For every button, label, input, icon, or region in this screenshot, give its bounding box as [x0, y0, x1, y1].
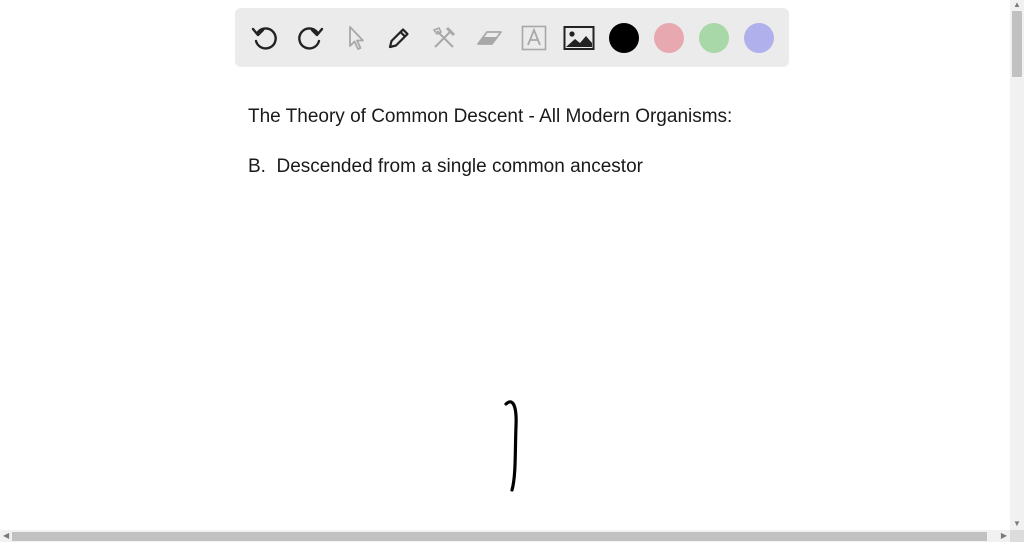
insert-image-button[interactable]	[562, 21, 596, 55]
color-swatch-purple[interactable]	[744, 23, 774, 53]
vertical-scroll-thumb[interactable]	[1012, 11, 1022, 77]
redo-icon	[298, 27, 324, 50]
scrollbar-corner	[1010, 530, 1024, 542]
scroll-right-arrow[interactable]: ▶	[1001, 532, 1007, 540]
eraser-tool-button[interactable]	[472, 21, 506, 55]
redo-button[interactable]	[293, 21, 327, 55]
canvas-heading: The Theory of Common Descent - All Moder…	[248, 106, 733, 127]
text-tool-button[interactable]	[517, 21, 551, 55]
undo-button[interactable]	[248, 21, 282, 55]
ink-stroke	[504, 400, 518, 492]
scroll-left-arrow[interactable]: ◀	[3, 532, 9, 540]
color-swatch-black[interactable]	[609, 23, 639, 53]
color-swatch-pink[interactable]	[654, 23, 684, 53]
eraser-icon	[477, 31, 502, 45]
vertical-scrollbar[interactable]: ▲ ▼	[1010, 0, 1024, 530]
horizontal-scroll-thumb[interactable]	[12, 532, 987, 541]
text-icon	[521, 25, 547, 51]
image-icon	[563, 26, 595, 50]
pointer-icon	[349, 26, 364, 50]
color-swatch-green[interactable]	[699, 23, 729, 53]
tools-icon	[432, 26, 456, 48]
whiteboard-toolbar	[235, 8, 789, 67]
horizontal-scrollbar[interactable]: ◀ ▶	[0, 530, 1010, 542]
scroll-up-arrow[interactable]: ▲	[1013, 1, 1021, 9]
undo-icon	[251, 27, 277, 50]
select-tool-button[interactable]	[338, 21, 372, 55]
scroll-down-arrow[interactable]: ▼	[1013, 520, 1021, 528]
canvas-answer: B. Descended from a single common ancest…	[248, 156, 643, 177]
pen-icon	[388, 28, 409, 49]
pen-tool-button[interactable]	[382, 21, 416, 55]
tools-button[interactable]	[427, 21, 461, 55]
